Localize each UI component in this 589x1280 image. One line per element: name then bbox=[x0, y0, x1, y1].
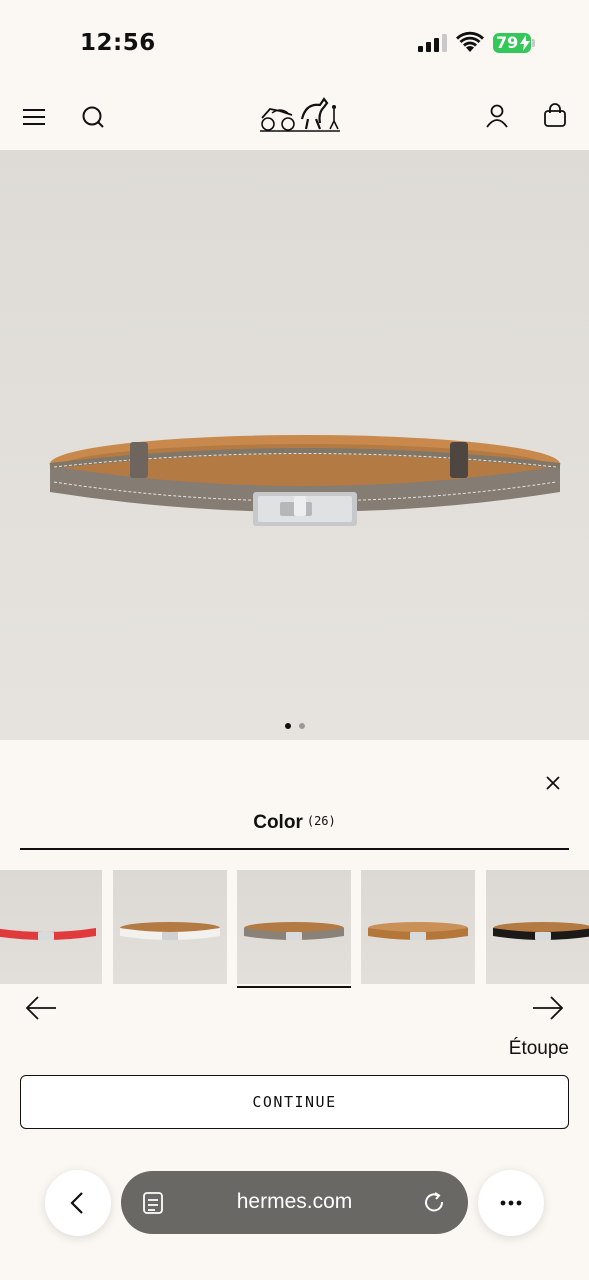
more-dots-icon bbox=[500, 1200, 522, 1206]
tab-color-count: (26) bbox=[306, 814, 336, 828]
search-icon[interactable] bbox=[79, 103, 107, 131]
url-text: hermes.com bbox=[236, 1190, 353, 1213]
battery-tip bbox=[532, 39, 535, 47]
address-bar[interactable]: hermes.com bbox=[121, 1171, 468, 1234]
continue-button[interactable]: CONTINUE bbox=[20, 1075, 569, 1129]
status-time: 12:56 bbox=[80, 30, 156, 56]
tab-underline bbox=[20, 848, 569, 850]
belt-thumbnail bbox=[368, 922, 468, 940]
color-swatch-gold[interactable] bbox=[361, 870, 475, 984]
next-arrow-icon[interactable] bbox=[531, 994, 565, 1022]
site-header bbox=[0, 88, 589, 150]
shopping-bag-icon[interactable] bbox=[541, 102, 569, 130]
gallery-dot[interactable] bbox=[298, 723, 305, 729]
cellular-signal-icon bbox=[418, 34, 447, 52]
battery-level: 79 bbox=[496, 33, 519, 52]
chevron-left-icon bbox=[70, 1192, 83, 1214]
back-button[interactable] bbox=[45, 1170, 111, 1236]
selected-swatch-indicator bbox=[237, 986, 351, 988]
status-bar: 12:56 79 bbox=[0, 0, 589, 88]
color-swatch-white[interactable] bbox=[113, 870, 227, 984]
browser-toolbar: hermes.com bbox=[0, 1160, 589, 1250]
wifi-icon bbox=[456, 31, 484, 52]
color-swatch-etoupe[interactable] bbox=[237, 870, 351, 984]
selected-color-name: Étoupe bbox=[508, 1038, 569, 1059]
tab-color[interactable]: Color (26) bbox=[0, 812, 589, 834]
charging-bolt-icon bbox=[520, 35, 530, 51]
belt-product-image bbox=[49, 435, 561, 526]
color-swatch-red[interactable] bbox=[0, 870, 102, 984]
tab-color-label: Color bbox=[253, 812, 303, 833]
more-button[interactable] bbox=[478, 1170, 544, 1236]
belt-thumbnail bbox=[493, 922, 589, 940]
account-icon[interactable] bbox=[483, 102, 511, 130]
color-swatch-black[interactable] bbox=[486, 870, 589, 984]
menu-icon[interactable] bbox=[20, 103, 48, 131]
battery-indicator: 79 bbox=[493, 33, 531, 53]
gallery-pagination bbox=[0, 716, 589, 734]
belt-thumbnail bbox=[120, 922, 220, 940]
hermes-logo[interactable] bbox=[258, 93, 342, 133]
gallery-dot[interactable] bbox=[284, 723, 291, 729]
previous-arrow-icon[interactable] bbox=[24, 994, 58, 1022]
belt-thumbnail bbox=[0, 928, 96, 940]
reload-icon[interactable] bbox=[422, 1190, 448, 1216]
color-swatch-carousel[interactable] bbox=[0, 870, 589, 990]
belt-thumbnail bbox=[244, 922, 344, 940]
close-button[interactable] bbox=[540, 770, 566, 796]
product-image-gallery[interactable] bbox=[0, 150, 589, 740]
close-icon bbox=[546, 776, 560, 790]
